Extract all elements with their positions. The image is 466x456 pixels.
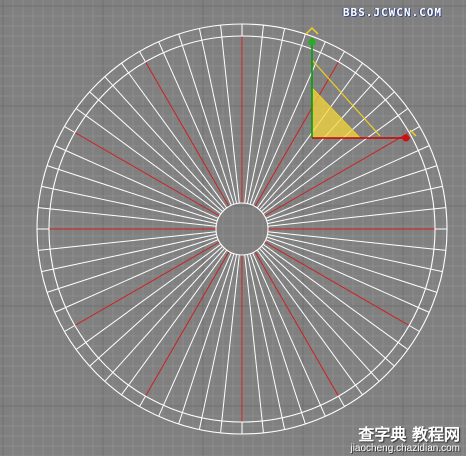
wheel-rim-segment — [418, 307, 430, 313]
wheel-rim-segment — [104, 372, 114, 382]
wheel-spoke-highlight — [254, 251, 339, 397]
gizmo-x-handle[interactable] — [402, 134, 410, 142]
wheel-spoke-highlight — [145, 61, 230, 207]
wheel-rim-segment — [355, 62, 363, 74]
watermark-bottom: 查字典 教程网 jiaocheng.chazidian.com — [350, 424, 460, 454]
wheel-rim-segment — [139, 51, 146, 63]
wheel-rim-segment — [433, 207, 446, 210]
wheel-rim-segment — [430, 185, 443, 190]
wheel-rim-segment — [198, 417, 203, 430]
wheel-rim-segment — [178, 412, 183, 425]
watermark-url: jiaocheng.chazidian.com — [350, 442, 460, 454]
viewport-grid — [0, 0, 466, 456]
wheel-rim-segment — [425, 288, 438, 293]
move-transform-gizmo-icon[interactable] — [305, 26, 417, 142]
wheel-spoke — [244, 37, 263, 204]
viewport-scene[interactable] — [0, 0, 466, 456]
wheel-wireframe[interactable] — [36, 23, 448, 435]
wheel-rim-segment — [220, 420, 223, 433]
wheel-rim-segment — [121, 384, 129, 396]
wheel-rim-segment — [89, 357, 99, 367]
wheel-rim-segment — [430, 268, 443, 273]
wheel-rim-segment — [139, 395, 146, 407]
wheel-spoke — [221, 37, 240, 204]
wheel-rim-segment — [38, 207, 51, 210]
watermark-top: BBS.JCWCN.COM — [342, 6, 442, 19]
3d-viewport[interactable]: BBS.JCWCN.COM 查字典 教程网 jiaocheng.chazidia… — [0, 0, 466, 456]
watermark-chinese: 查字典 教程网 — [358, 424, 460, 444]
wheel-rim-segment — [408, 325, 420, 332]
wheel-spoke-highlight — [74, 241, 220, 326]
wheel-rim-segment — [338, 395, 345, 407]
wheel-rim-segment — [418, 145, 430, 151]
wheel-rim-segment — [121, 62, 129, 74]
wheel-spoke-highlight — [145, 251, 230, 397]
wheel-rim-segment — [198, 28, 203, 41]
wheel-spoke-highlight — [264, 132, 410, 217]
wheel-rim-segment — [355, 384, 363, 396]
wheel-rim-segment — [54, 307, 66, 313]
wheel-hub — [215, 202, 269, 256]
wheel-spoke-highlight — [264, 241, 410, 326]
wheel-rim-segment — [370, 76, 380, 86]
wheel-rim-segment — [220, 25, 223, 38]
wheel-rim-segment — [433, 248, 446, 251]
wheel-rim-segment — [54, 145, 66, 151]
wheel-rim-segment — [281, 417, 286, 430]
wheel-rim-segment — [104, 76, 114, 86]
wheel-rim-segment — [370, 372, 380, 382]
gizmo-y-handle[interactable] — [308, 38, 316, 46]
wheel-rim-segment — [75, 108, 87, 116]
wheel-rim-segment — [38, 248, 51, 251]
wheel-rim-segment — [338, 51, 345, 63]
wheel-rim-segment — [281, 28, 286, 41]
wheel-spoke-highlight — [74, 132, 220, 217]
gizmo-y-arrow-tip — [305, 26, 319, 35]
